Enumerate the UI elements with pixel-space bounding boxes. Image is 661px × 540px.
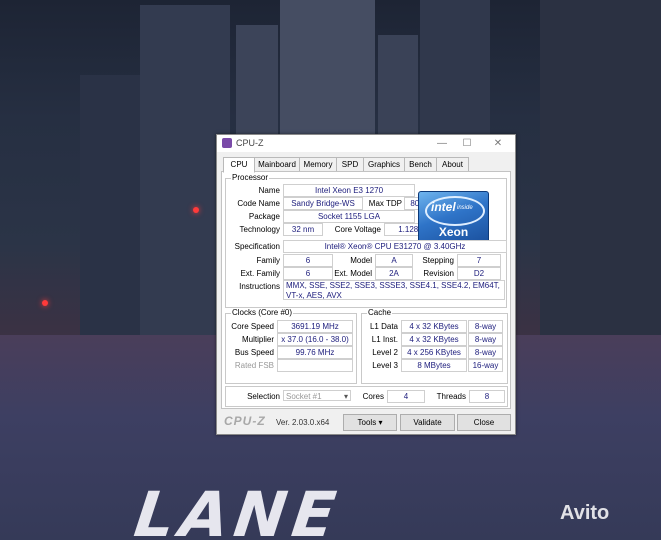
minimize-icon[interactable]: —: [432, 137, 452, 150]
busspeed-value: 99.76 MHz: [277, 346, 353, 359]
close-button[interactable]: Close: [457, 414, 511, 431]
traffic-light: [42, 300, 48, 306]
tab-about[interactable]: About: [436, 157, 469, 172]
cpuz-brand: CPU-Z: [224, 414, 266, 428]
selection-label: Selection: [247, 392, 280, 401]
cache-group: Cache L1 Data 4 x 32 KBytes 8-way L1 Ins…: [361, 308, 508, 384]
validate-button[interactable]: Validate: [400, 414, 455, 431]
stepping-label: Stepping: [422, 256, 454, 265]
tab-bench[interactable]: Bench: [404, 157, 437, 172]
model-label: Model: [350, 256, 372, 265]
cpuz-app-icon: [222, 138, 232, 148]
package-value: Socket 1155 LGA: [283, 210, 415, 223]
extfamily-label: Ext. Family: [240, 269, 280, 278]
ratedfsb-label: Rated FSB: [234, 361, 274, 370]
intel-xeon-logo: intel inside Xeon: [418, 191, 489, 245]
maximize-icon[interactable]: ☐: [457, 137, 477, 150]
tab-mainboard[interactable]: Mainboard: [254, 157, 300, 172]
tab-spd[interactable]: SPD: [336, 157, 364, 172]
corevoltage-label: Core Voltage: [334, 225, 381, 234]
cache-size-l1data: 4 x 32 KBytes: [401, 320, 467, 333]
cache-ways-l1data: 8-way: [468, 320, 503, 333]
clocks-group: Clocks (Core #0) Core Speed 3691.19 MHz …: [225, 308, 357, 384]
traffic-light: [193, 207, 199, 213]
cache-ways-l3: 16-way: [468, 359, 503, 372]
multiplier-label: Multiplier: [241, 335, 274, 344]
maxtdp-label: Max TDP: [368, 199, 402, 208]
cache-label-l2: Level 2: [372, 348, 398, 357]
close-icon[interactable]: ✕: [488, 137, 508, 150]
specification-label: Specification: [234, 242, 280, 251]
name-label: Name: [258, 186, 280, 195]
specification-value: Intel® Xeon® CPU E31270 @ 3.40GHz: [283, 240, 507, 253]
tab-graphics[interactable]: Graphics: [363, 157, 405, 172]
tab-memory[interactable]: Memory: [299, 157, 337, 172]
codename-label: Code Name: [237, 199, 280, 208]
multiplier-value: x 37.0 (16.0 - 38.0): [277, 333, 353, 346]
revision-label: Revision: [423, 269, 454, 278]
tools-button-label: Tools: [357, 418, 377, 427]
extfamily-value: 6: [283, 267, 333, 280]
street-lane-text: LANE: [123, 478, 353, 540]
selection-group: Selection Socket #1 ▾ Cores 4 Threads 8: [225, 386, 508, 407]
window-title: CPU-Z: [236, 138, 264, 148]
model-value: A: [375, 254, 413, 267]
stepping-value: 7: [457, 254, 501, 267]
cache-size-l1inst: 4 x 32 KBytes: [401, 333, 467, 346]
cores-value: 4: [387, 390, 425, 403]
threads-label: Threads: [436, 392, 466, 401]
avito-watermark: Avito: [560, 502, 610, 524]
cache-size-l3: 8 MBytes: [401, 359, 467, 372]
technology-label: Technology: [239, 225, 280, 234]
codename-value: Sandy Bridge-WS: [283, 197, 363, 210]
title-bar: CPU-Z — ☐ ✕: [217, 135, 515, 152]
package-label: Package: [248, 212, 280, 221]
tab-cpu[interactable]: CPU: [223, 157, 255, 173]
building: [540, 0, 661, 335]
cache-ways-l2: 8-way: [468, 346, 503, 359]
corespeed-value: 3691.19 MHz: [277, 320, 353, 333]
socket-select-value: Socket #1: [286, 392, 322, 401]
ratedfsb-value: [277, 359, 353, 372]
chevron-down-icon: ▾: [343, 392, 348, 401]
cpu-tab-pane: Processor Name Intel Xeon E3 1270 Code N…: [221, 171, 511, 409]
cache-ways-l1inst: 8-way: [468, 333, 503, 346]
instructions-value: MMX, SSE, SSE2, SSE3, SSSE3, SSE4.1, SSE…: [283, 280, 505, 300]
version-text: Ver. 2.03.0.x64: [276, 418, 330, 427]
family-label: Family: [256, 256, 280, 265]
building: [80, 75, 140, 335]
footer-bar: CPU-Z Ver. 2.03.0.x64 Tools ▾ Validate C…: [217, 411, 515, 433]
chevron-down-icon: ▾: [378, 418, 383, 427]
extmodel-value: 2A: [375, 267, 413, 280]
cache-label-l3: Level 3: [372, 361, 398, 370]
cache-legend: Cache: [367, 308, 393, 317]
busspeed-label: Bus Speed: [234, 348, 274, 357]
extmodel-label: Ext. Model: [334, 269, 372, 278]
threads-value: 8: [469, 390, 505, 403]
tools-button[interactable]: Tools ▾: [343, 414, 397, 431]
cores-label: Cores: [362, 392, 384, 401]
instructions-label: Instructions: [239, 282, 280, 291]
revision-value: D2: [457, 267, 501, 280]
cache-label-l1data: L1 Data: [369, 322, 398, 331]
technology-value: 32 nm: [283, 223, 323, 236]
cache-size-l2: 4 x 256 KBytes: [401, 346, 467, 359]
processor-legend: Processor: [231, 173, 270, 182]
processor-group: Processor Name Intel Xeon E3 1270 Code N…: [225, 173, 507, 308]
corespeed-label: Core Speed: [231, 322, 274, 331]
cpuz-window: CPU-Z — ☐ ✕ CPU Mainboard Memory SPD Gra…: [216, 134, 516, 435]
socket-select[interactable]: Socket #1 ▾: [283, 390, 351, 401]
name-value: Intel Xeon E3 1270: [283, 184, 415, 197]
clocks-legend: Clocks (Core #0): [231, 308, 294, 317]
family-value: 6: [283, 254, 333, 267]
cache-label-l1inst: L1 Inst.: [371, 335, 398, 344]
